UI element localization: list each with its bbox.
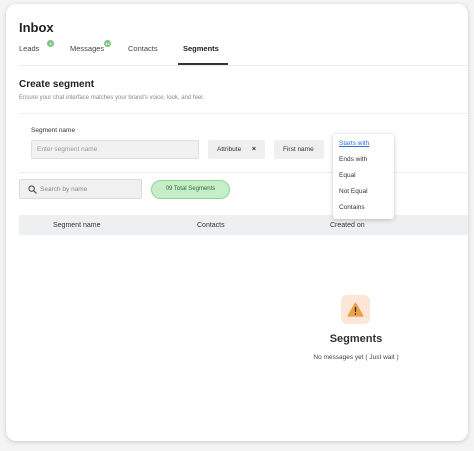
- tab-segments[interactable]: Segments: [183, 44, 219, 53]
- empty-state-message: No messages yet ( Just wait ): [313, 354, 399, 361]
- empty-state-title: Segments: [329, 333, 383, 345]
- divider: [19, 65, 468, 66]
- segment-name-label: Segment name: [31, 127, 76, 134]
- tab-bar: Leads 4 Messages 12 Contacts Segments: [19, 40, 468, 65]
- close-icon[interactable]: ×: [252, 140, 256, 159]
- tab-label: Contacts: [128, 44, 158, 53]
- section-subtitle: Ensure your chat interface matches your …: [19, 95, 205, 101]
- dropdown-option-equal[interactable]: Equal: [339, 172, 356, 179]
- search-icon: [28, 185, 37, 194]
- dropdown-option-ends-with[interactable]: Ends with: [339, 156, 367, 163]
- section-title: Create segment: [19, 79, 95, 90]
- dropdown-option-not-equal[interactable]: Not Equal: [339, 188, 368, 195]
- messages-count-badge: 12: [104, 40, 111, 47]
- tab-contacts[interactable]: Contacts: [128, 44, 158, 53]
- empty-state-icon-container: [341, 295, 370, 324]
- total-segments-badge: 09 Total Segments: [151, 180, 230, 199]
- table-header: Segment name Contacts Created on: [19, 215, 468, 235]
- search-input[interactable]: [40, 180, 138, 198]
- attribute-chip[interactable]: Attribute ×: [208, 140, 265, 159]
- leads-count-badge: 4: [47, 40, 54, 47]
- attribute-chip-label: Attribute: [217, 146, 242, 153]
- tab-label: Messages: [70, 44, 105, 53]
- tab-label: Segments: [183, 44, 219, 53]
- segment-form: Segment name Attribute × First name: [19, 113, 468, 173]
- condition-dropdown-menu: Starts with Ends with Equal Not Equal Co…: [333, 134, 394, 219]
- warning-icon: [347, 302, 364, 317]
- field-chip-label: First name: [283, 146, 314, 153]
- column-header-segment-name[interactable]: Segment name: [53, 222, 100, 229]
- dropdown-option-contains[interactable]: Contains: [339, 204, 365, 211]
- dropdown-option-starts-with[interactable]: Starts with: [339, 140, 369, 147]
- field-chip-first-name[interactable]: First name: [274, 140, 324, 159]
- tab-label: Leads: [19, 44, 40, 53]
- column-header-created-on[interactable]: Created on: [330, 222, 365, 229]
- page-title: Inbox: [19, 20, 54, 35]
- tab-leads[interactable]: Leads: [19, 44, 39, 53]
- segment-name-input[interactable]: [31, 140, 199, 159]
- search-box: [19, 179, 142, 199]
- column-header-contacts[interactable]: Contacts: [197, 222, 225, 229]
- tab-messages[interactable]: Messages: [70, 44, 104, 53]
- inbox-panel: Inbox Leads 4 Messages 12 Contacts Segme…: [6, 4, 468, 441]
